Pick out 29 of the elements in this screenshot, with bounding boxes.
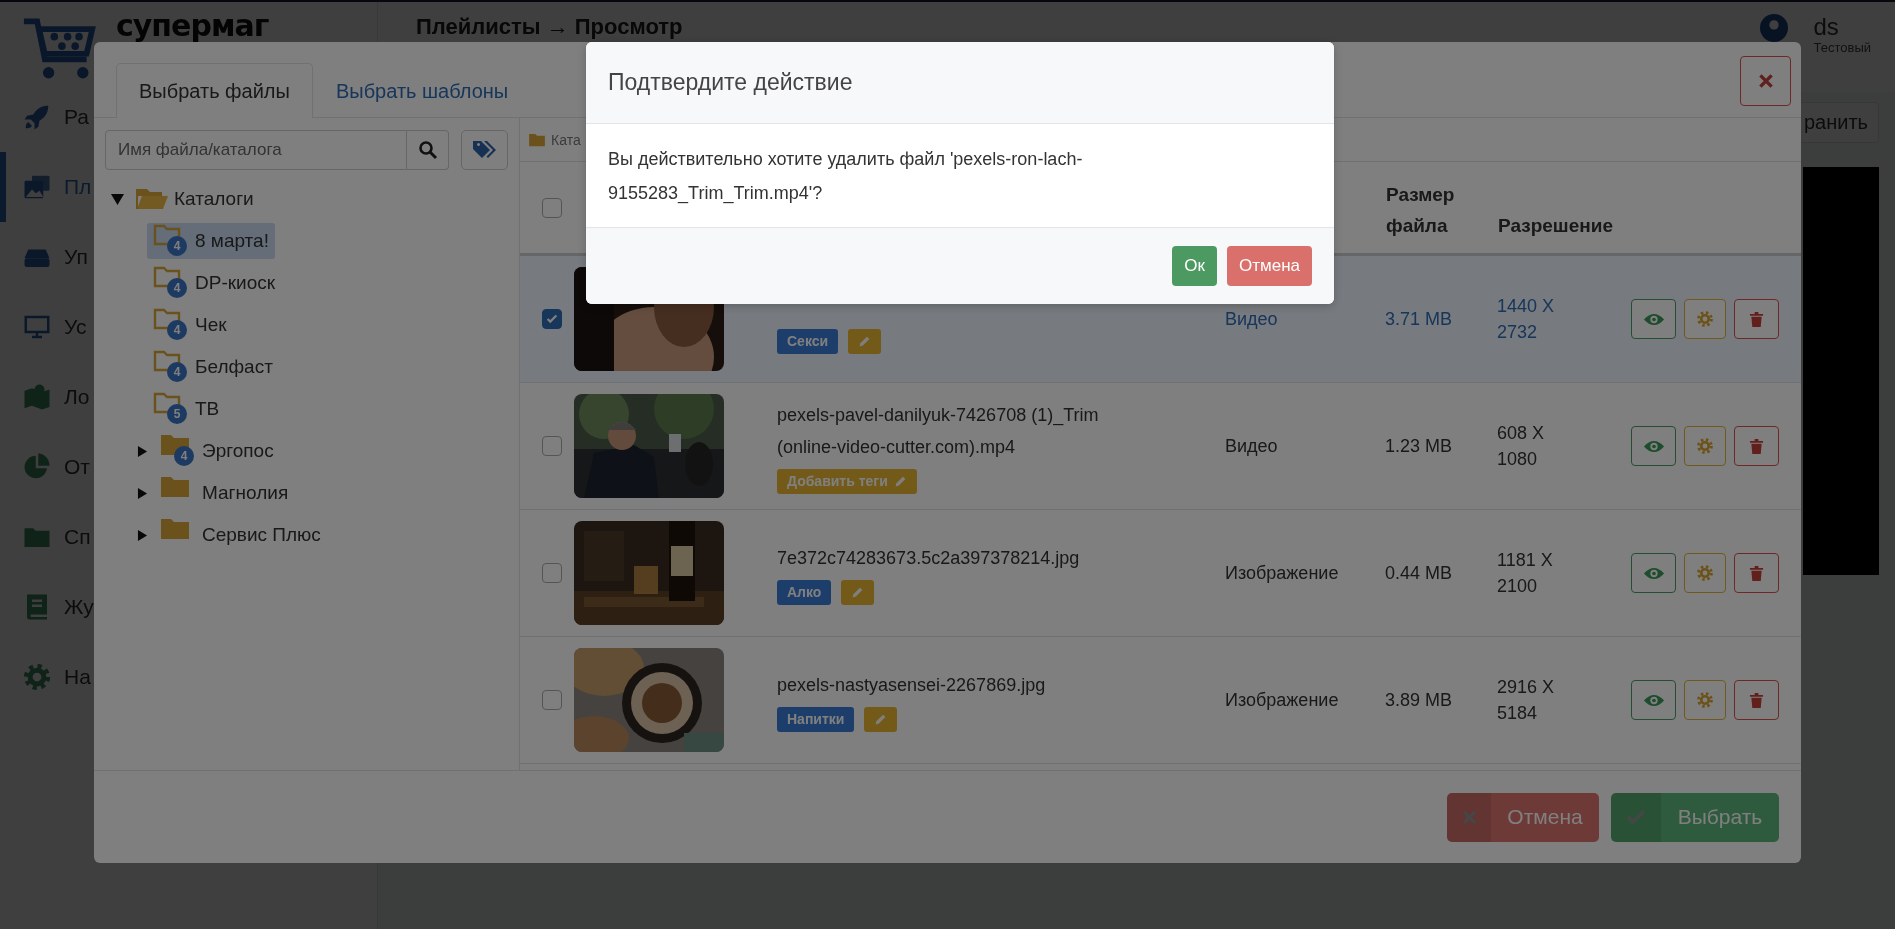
- column-header: Разрешение: [1498, 214, 1613, 238]
- file-type: Изображение: [1224, 562, 1339, 585]
- logo-text: супермаг: [116, 11, 269, 41]
- tag: Секси: [777, 328, 839, 354]
- file-size: 1.23 MB: [1384, 435, 1453, 458]
- resolution: 608 X 1080: [1496, 422, 1546, 471]
- file-type: Изображение: [1224, 689, 1339, 712]
- tag: Напитки: [777, 706, 855, 732]
- count-badge: 5: [167, 404, 187, 424]
- file-size: 3.71 MB: [1384, 308, 1453, 331]
- file-size: 0.44 MB: [1384, 562, 1453, 585]
- column-header: Размер файла: [1386, 183, 1456, 238]
- count-badge: 4: [167, 278, 187, 298]
- dialog-title: Подтвердите действие: [608, 69, 853, 96]
- resolution: 2916 X 5184: [1496, 676, 1556, 725]
- dialog-message: Вы действительно хотите удалить файл 'pexels-ron-lach-9155283_Trim_Trim.mp4'?: [608, 148, 1084, 206]
- file-name: pexels-pavel-danilyuk-7426708 (1)_Trim (online-video-cutter.com).mp4: [777, 403, 1100, 459]
- file-name: 7e372c74283673.5c2a397378214.jpg: [777, 546, 1080, 570]
- resolution: 1181 X 2100: [1496, 549, 1554, 598]
- file-name: pexels-nastyasensei-2267869.jpg: [777, 673, 1046, 697]
- tag: Алко: [777, 579, 832, 605]
- count-badge: 4: [167, 320, 187, 340]
- file-type: Видео: [1224, 308, 1278, 331]
- file-size: 3.89 MB: [1384, 689, 1453, 712]
- count-badge: 4: [167, 362, 187, 382]
- count-badge: 4: [167, 236, 187, 256]
- file-type: Видео: [1224, 435, 1278, 458]
- resolution: 1440 X 2732: [1496, 295, 1556, 344]
- count-badge: 4: [174, 446, 194, 466]
